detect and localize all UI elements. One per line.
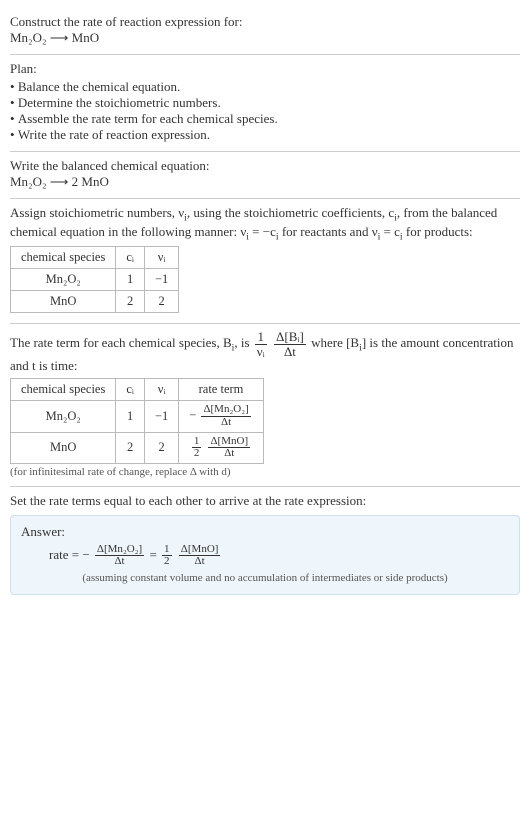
frac-den: 2 xyxy=(162,556,172,568)
rate-eq-prefix: rate = − xyxy=(49,547,90,562)
frac-den: Δt xyxy=(274,345,306,359)
neg-sign: − xyxy=(189,408,196,422)
col-ci: cᵢ xyxy=(116,379,145,401)
cell-species: MnO xyxy=(11,291,116,313)
col-species: chemical species xyxy=(11,379,116,401)
frac-den: Δt xyxy=(95,556,144,568)
rate-frac-mn2o2: Δ[Mn₂O₂] Δt xyxy=(95,544,144,568)
infinitesimal-note: (for infinitesimal rate of change, repla… xyxy=(10,466,520,478)
col-vi: νᵢ xyxy=(144,247,178,269)
cell-vi: −1 xyxy=(144,269,178,291)
half-frac: 1 2 xyxy=(162,544,172,568)
answer-box: Answer: rate = − Δ[Mn₂O₂] Δt = 1 2 Δ[MnO… xyxy=(10,515,520,595)
table-header-row: chemical species cᵢ νᵢ xyxy=(11,247,179,269)
plan-title: Plan: xyxy=(10,61,520,77)
col-ci: cᵢ xyxy=(116,247,145,269)
rate-term-section: The rate term for each chemical species,… xyxy=(10,324,520,485)
balanced-equation: Mn₂O₂ ⟶ 2 MnO xyxy=(10,174,520,190)
plan-item: Write the rate of reaction expression. xyxy=(10,127,520,143)
frac-den: Δt xyxy=(208,448,250,460)
text: The rate term for each chemical species,… xyxy=(10,335,232,350)
construct-line: Construct the rate of reaction expressio… xyxy=(10,14,520,30)
set-equal-section: Set the rate terms equal to each other t… xyxy=(10,487,520,603)
text: = c xyxy=(380,224,400,239)
frac-delta-b: Δ[Bᵢ] Δt xyxy=(274,330,306,358)
plan-item: Determine the stoichiometric numbers. xyxy=(10,95,520,111)
assign-text: Assign stoichiometric numbers, νi, using… xyxy=(10,205,520,242)
frac-den: Δt xyxy=(201,417,250,429)
cell-ci: 2 xyxy=(116,432,145,463)
cell-ci: 2 xyxy=(116,291,145,313)
stoich-table: chemical species cᵢ νᵢ Mn₂O₂ 1 −1 MnO 2 … xyxy=(10,246,179,313)
cell-species: Mn₂O₂ xyxy=(11,401,116,432)
cell-vi: 2 xyxy=(144,291,178,313)
frac-den: 2 xyxy=(192,448,202,460)
frac-one-over-nu: 1 νᵢ xyxy=(255,330,267,358)
problem-header: Construct the rate of reaction expressio… xyxy=(10,8,520,54)
balanced-section: Write the balanced chemical equation: Mn… xyxy=(10,152,520,198)
text: Assign stoichiometric numbers, ν xyxy=(10,205,184,220)
coef-frac: 1 2 xyxy=(192,436,202,460)
cell-vi: 2 xyxy=(144,432,178,463)
text: = −c xyxy=(249,224,276,239)
rate-frac: Δ[MnO] Δt xyxy=(208,436,250,460)
text: for products: xyxy=(403,224,473,239)
table-row: Mn₂O₂ 1 −1 xyxy=(11,269,179,291)
frac-num: Δ[Bᵢ] xyxy=(274,330,306,345)
assign-section: Assign stoichiometric numbers, νi, using… xyxy=(10,199,520,323)
cell-ci: 1 xyxy=(116,401,145,432)
plan-item: Assemble the rate term for each chemical… xyxy=(10,111,520,127)
cell-species: MnO xyxy=(11,432,116,463)
plan-list: Balance the chemical equation. Determine… xyxy=(10,79,520,143)
balanced-title: Write the balanced chemical equation: xyxy=(10,158,520,174)
set-equal-text: Set the rate terms equal to each other t… xyxy=(10,493,520,509)
frac-num: 1 xyxy=(255,330,267,345)
plan-section: Plan: Balance the chemical equation. Det… xyxy=(10,55,520,151)
unbalanced-equation: Mn₂O₂ ⟶ MnO xyxy=(10,30,520,46)
table-row: MnO 2 2 xyxy=(11,291,179,313)
table-row: MnO 2 2 1 2 Δ[MnO] Δt xyxy=(11,432,264,463)
text: where [B xyxy=(311,335,359,350)
frac-den: Δt xyxy=(179,556,221,568)
cell-species: Mn₂O₂ xyxy=(11,269,116,291)
text: for reactants and ν xyxy=(279,224,378,239)
cell-rate-term: 1 2 Δ[MnO] Δt xyxy=(179,432,263,463)
frac-den: νᵢ xyxy=(255,345,267,359)
col-species: chemical species xyxy=(11,247,116,269)
equals: = xyxy=(149,547,160,562)
col-rate-term: rate term xyxy=(179,379,263,401)
table-row: Mn₂O₂ 1 −1 − Δ[Mn₂O₂] Δt xyxy=(11,401,264,432)
table-header-row: chemical species cᵢ νᵢ rate term xyxy=(11,379,264,401)
answer-equation: rate = − Δ[Mn₂O₂] Δt = 1 2 Δ[MnO] Δt xyxy=(21,544,509,568)
rate-term-table: chemical species cᵢ νᵢ rate term Mn₂O₂ 1… xyxy=(10,378,264,463)
answer-assumption: (assuming constant volume and no accumul… xyxy=(21,572,509,584)
plan-item: Balance the chemical equation. xyxy=(10,79,520,95)
answer-label: Answer: xyxy=(21,524,509,540)
rate-term-text: The rate term for each chemical species,… xyxy=(10,330,520,374)
rate-frac-mno: Δ[MnO] Δt xyxy=(179,544,221,568)
cell-vi: −1 xyxy=(144,401,178,432)
col-vi: νᵢ xyxy=(144,379,178,401)
cell-rate-term: − Δ[Mn₂O₂] Δt xyxy=(179,401,263,432)
rate-frac: Δ[Mn₂O₂] Δt xyxy=(201,404,250,428)
text: , is xyxy=(234,335,252,350)
text: , using the stoichiometric coefficients,… xyxy=(187,205,394,220)
cell-ci: 1 xyxy=(116,269,145,291)
